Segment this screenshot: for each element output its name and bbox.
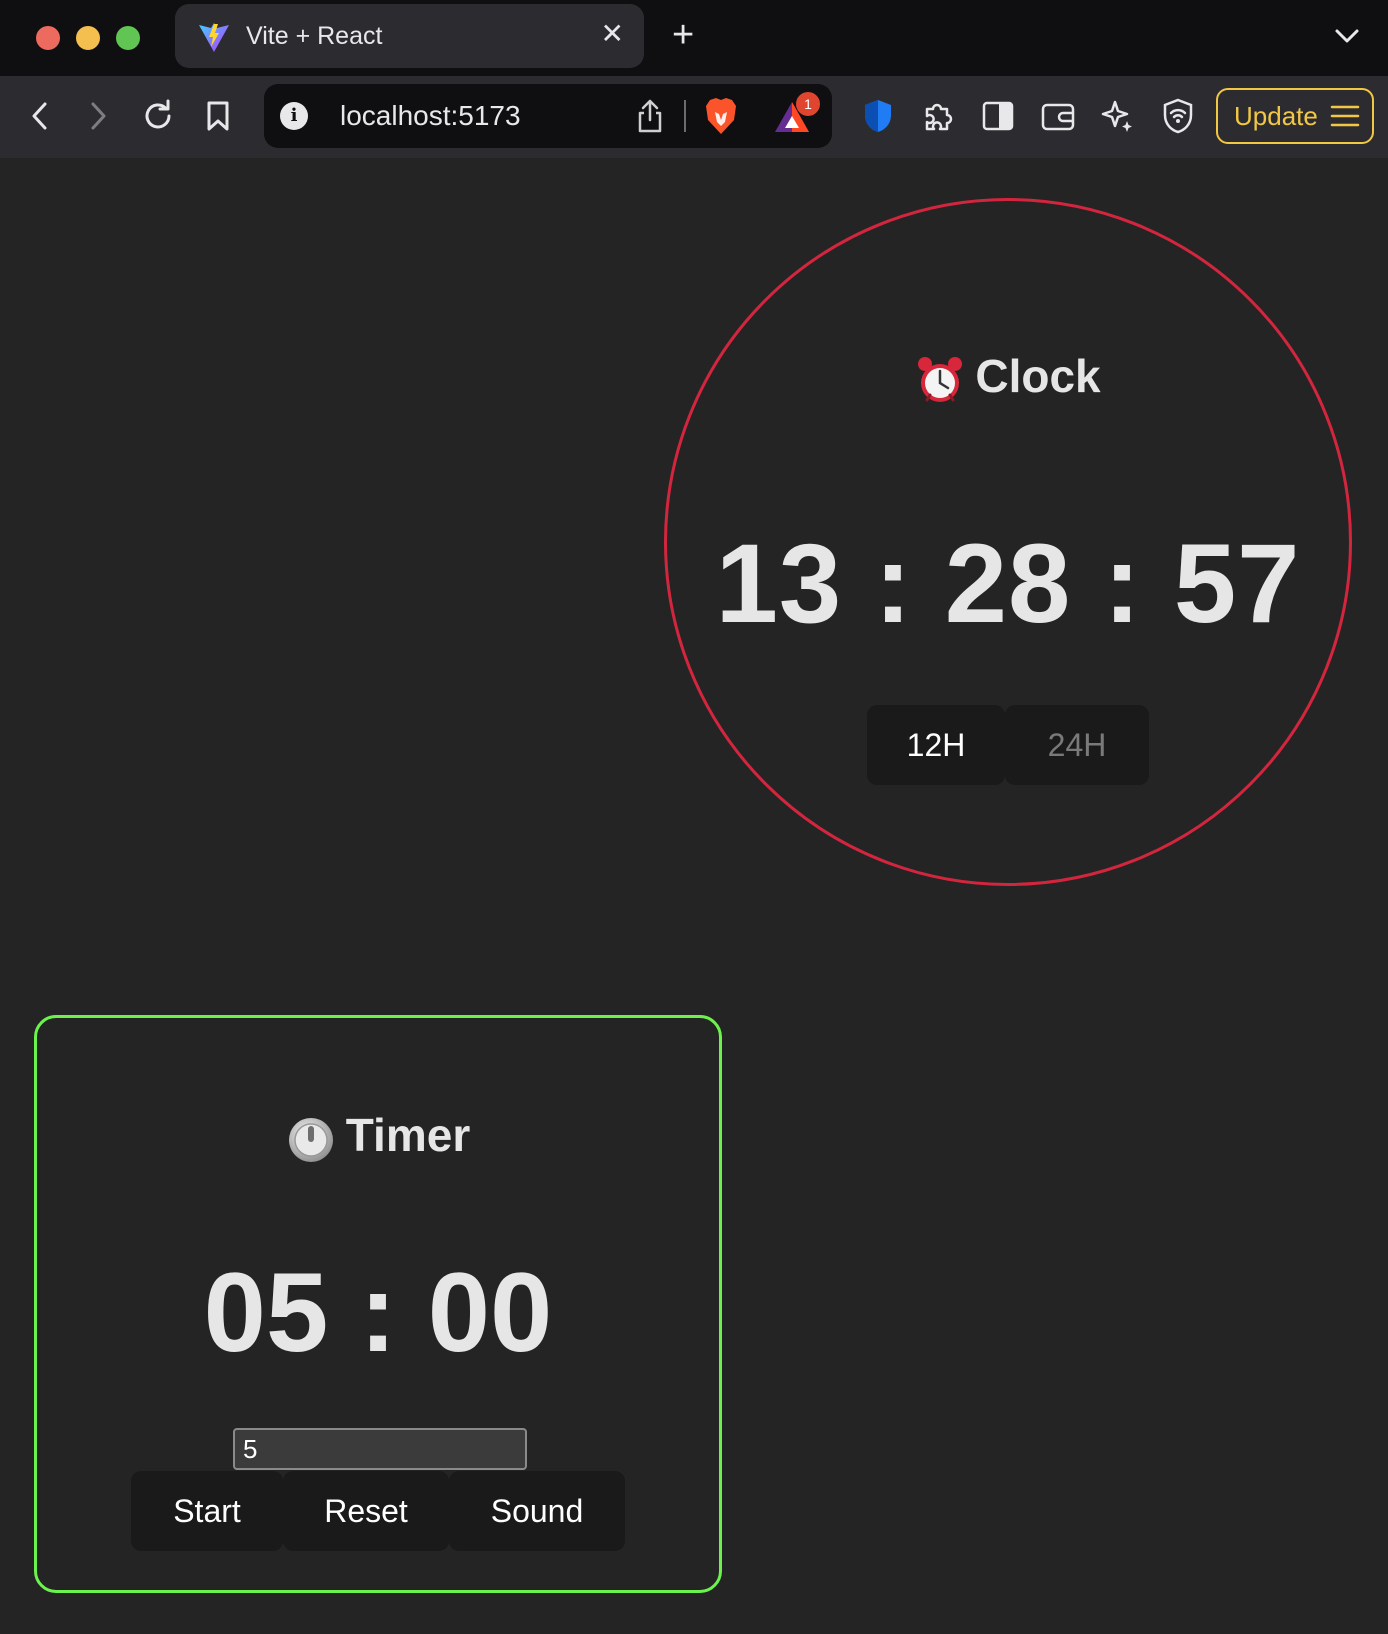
sound-button[interactable]: Sound — [449, 1471, 625, 1551]
tab-title: Vite + React — [246, 22, 383, 50]
address-bar[interactable]: i localhost:5173 1 — [264, 84, 832, 148]
bookmark-icon[interactable] — [198, 96, 238, 136]
timer-time-display: 05 : 00 — [203, 1250, 553, 1375]
window-close-button[interactable] — [36, 26, 60, 50]
start-button[interactable]: Start — [131, 1471, 283, 1551]
address-bar-divider — [684, 100, 686, 132]
timer-card: Timer 05 : 00 Start Reset Sound — [34, 1015, 722, 1593]
browser-tab-bar: Vite + React ✕ + — [0, 0, 1388, 76]
alarm-clock-icon — [918, 356, 963, 402]
forward-icon[interactable] — [78, 96, 118, 136]
brave-shields-icon[interactable] — [704, 96, 738, 136]
clock-time-display: 13 : 28 : 57 — [715, 521, 1301, 646]
rewards-badge: 1 — [796, 92, 820, 116]
reload-icon[interactable] — [138, 96, 178, 136]
vpn-shield-icon[interactable] — [858, 96, 898, 136]
format-24h-button[interactable]: 24H — [1005, 705, 1149, 785]
url-text[interactable]: localhost:5173 — [340, 100, 521, 132]
timer-title: Timer — [345, 1109, 471, 1161]
vite-logo-icon — [199, 23, 229, 52]
timer-heading: Timer — [37, 1108, 719, 1164]
clock-title: Clock — [975, 350, 1101, 402]
clock-card: Clock 13 : 28 : 57 12H 24H — [664, 198, 1352, 886]
update-button[interactable]: Update — [1216, 88, 1374, 144]
reset-button[interactable]: Reset — [283, 1471, 449, 1551]
chevron-down-icon[interactable] — [1334, 26, 1360, 46]
menu-icon — [1330, 105, 1360, 127]
browser-toolbar: i localhost:5173 1 Update — [0, 76, 1388, 158]
timer-minutes-input[interactable] — [233, 1428, 527, 1470]
sidebar-toggle-icon[interactable] — [978, 96, 1018, 136]
new-tab-icon[interactable]: + — [672, 16, 694, 54]
timer-clock-icon — [288, 1117, 333, 1162]
vpn-wifi-shield-icon[interactable] — [1158, 96, 1198, 136]
format-12h-button[interactable]: 12H — [867, 705, 1005, 785]
wallet-icon[interactable] — [1038, 96, 1078, 136]
site-info-icon[interactable]: i — [280, 102, 308, 130]
leo-ai-icon[interactable] — [1098, 96, 1138, 136]
back-icon[interactable] — [20, 96, 60, 136]
update-label: Update — [1234, 100, 1318, 131]
clock-format-toggle: 12H 24H — [867, 705, 1149, 785]
share-icon[interactable] — [636, 98, 664, 134]
timer-controls: Start Reset Sound — [131, 1471, 625, 1551]
tab-close-icon[interactable]: ✕ — [601, 20, 624, 48]
clock-heading: Clock — [667, 349, 1349, 405]
extensions-icon[interactable] — [918, 96, 958, 136]
window-zoom-button[interactable] — [116, 26, 140, 50]
window-minimize-button[interactable] — [76, 26, 100, 50]
browser-tab[interactable]: Vite + React ✕ — [175, 4, 644, 68]
